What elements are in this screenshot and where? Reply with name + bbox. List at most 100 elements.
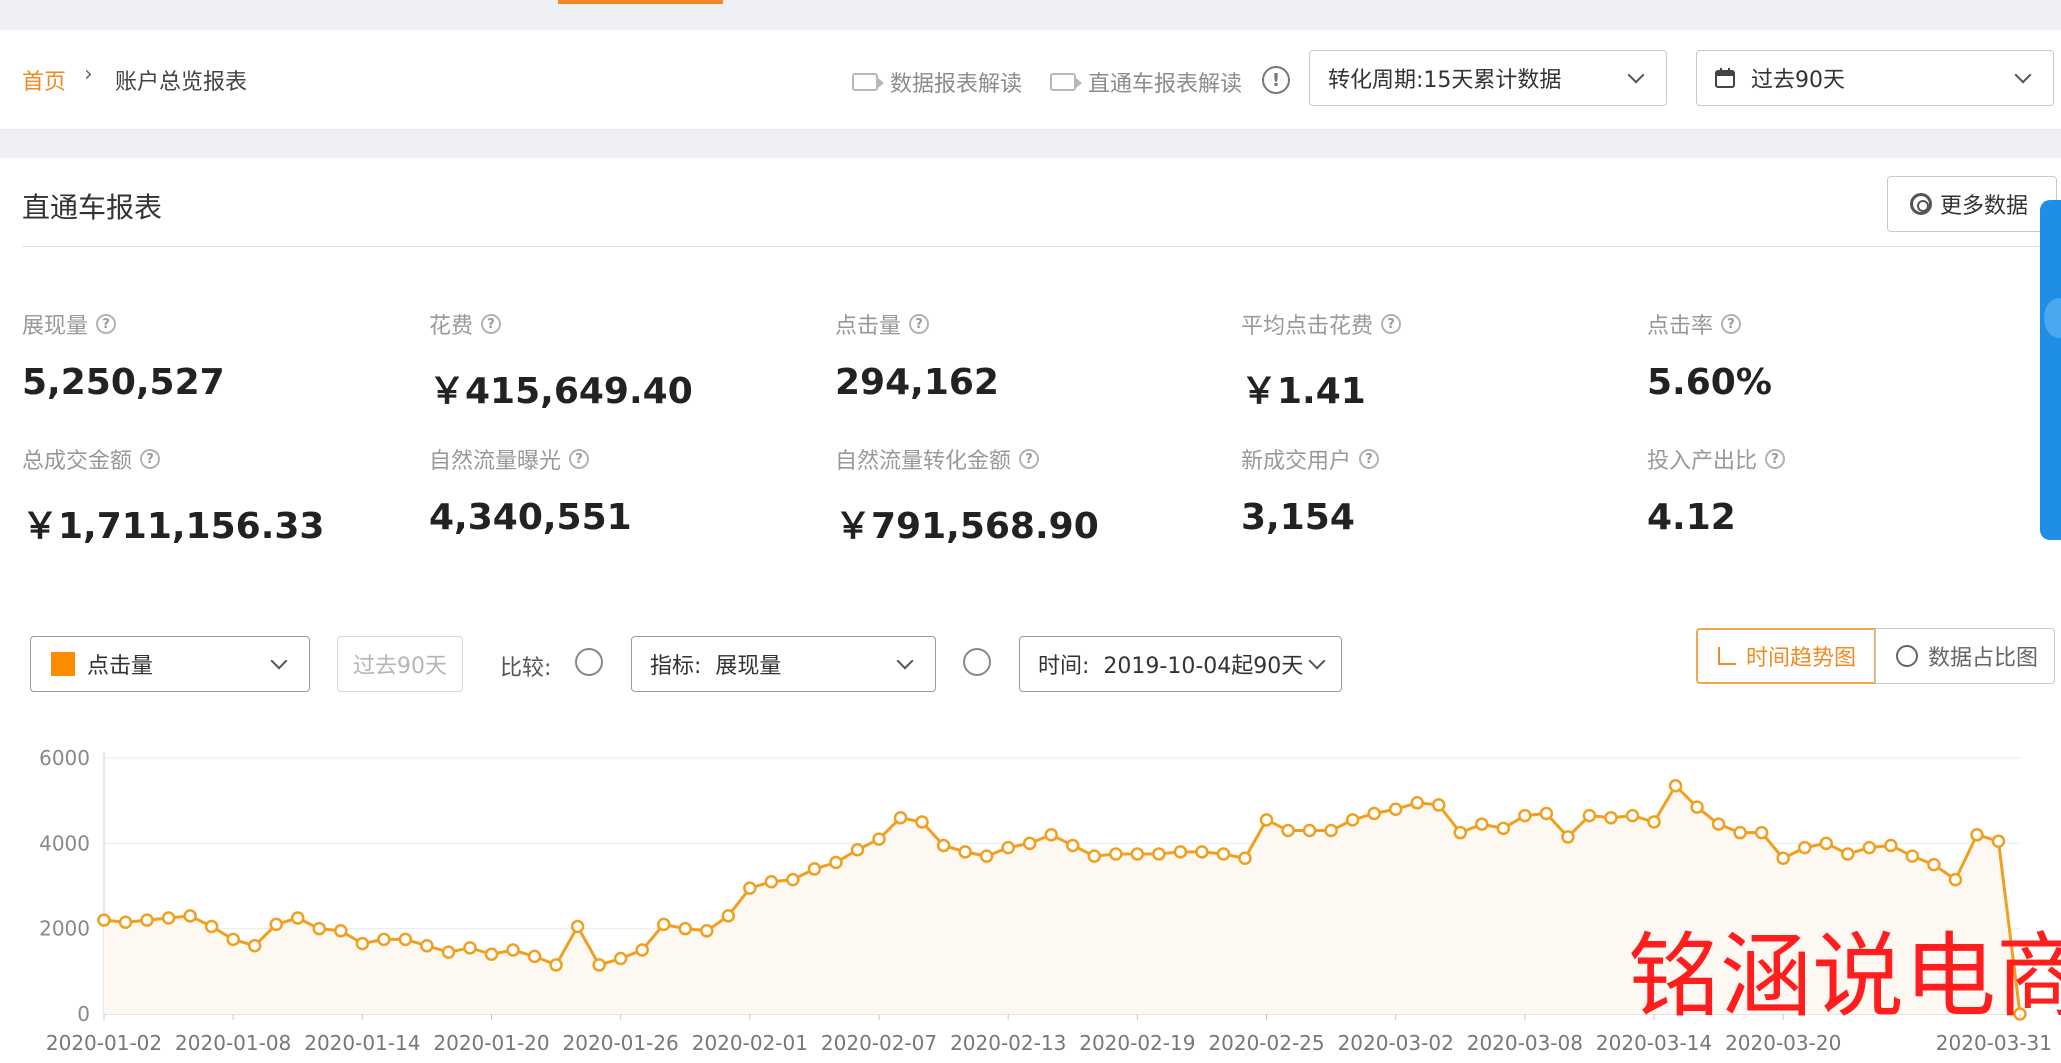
floating-side-panel[interactable] bbox=[2040, 200, 2061, 540]
data-point bbox=[850, 842, 865, 857]
metric-organic-conversion: 自然流量转化金额? ￥791,568.90 bbox=[835, 443, 1099, 549]
x-tick-label: 2020-01-14 bbox=[304, 1031, 420, 1055]
data-point bbox=[1518, 808, 1532, 823]
metric-label: 展现量 bbox=[22, 314, 89, 339]
date-range-select[interactable]: 过去90天 bbox=[1696, 50, 2054, 106]
time-value: 2019-10-04起90天 bbox=[1103, 654, 1304, 679]
help-icon[interactable]: ? bbox=[1019, 449, 1040, 469]
y-tick-label: 4000 bbox=[39, 831, 90, 855]
data-point bbox=[570, 919, 585, 934]
x-tick-label: 2020-02-25 bbox=[1208, 1031, 1324, 1055]
time-label: 时间: bbox=[1038, 654, 1090, 679]
breadcrumb-home[interactable]: 首页 bbox=[22, 64, 66, 96]
metric-new-buyers: 新成交用户? 3,154 bbox=[1241, 443, 1380, 538]
data-point bbox=[1797, 840, 1812, 855]
more-data-button[interactable]: 更多数据 bbox=[1887, 176, 2057, 232]
data-point bbox=[1711, 817, 1726, 831]
x-tick-label: 2020-01-26 bbox=[563, 1031, 679, 1055]
chart-metric-select[interactable]: 点击量 bbox=[30, 636, 310, 692]
tab-time-trend[interactable]: 时间趋势图 bbox=[1696, 628, 1876, 684]
metric-value: ￥1.41 bbox=[1241, 371, 1366, 412]
help-icon[interactable]: ? bbox=[481, 314, 502, 334]
data-point bbox=[1281, 823, 1295, 838]
data-point bbox=[1841, 847, 1855, 861]
period-placeholder: 过去90天 bbox=[353, 654, 447, 679]
data-point bbox=[1690, 800, 1704, 814]
help-icon[interactable]: ? bbox=[1381, 314, 1402, 334]
data-point bbox=[958, 845, 972, 859]
help-icon[interactable]: ? bbox=[140, 449, 161, 469]
time-select[interactable]: 时间: 2019-10-04起90天 bbox=[1019, 636, 1342, 692]
metric-value: 4,340,551 bbox=[429, 497, 632, 538]
data-point bbox=[420, 938, 434, 953]
help-icon[interactable]: ? bbox=[1359, 449, 1380, 469]
data-point bbox=[764, 874, 779, 889]
metric-label: 投入产出比 bbox=[1647, 449, 1758, 474]
data-point bbox=[97, 913, 111, 927]
ztc-report-guide-link[interactable]: 直通车报表解读 bbox=[1050, 66, 1242, 98]
x-tick-label: 2020-03-08 bbox=[1467, 1031, 1583, 1055]
compare-label: 比较: bbox=[500, 656, 552, 681]
data-point bbox=[118, 915, 133, 930]
help-icon[interactable]: ? bbox=[1721, 314, 1742, 334]
info-icon[interactable]: ! bbox=[1262, 66, 1290, 94]
help-icon[interactable]: ? bbox=[909, 314, 930, 334]
data-point bbox=[1431, 798, 1446, 812]
conversion-period-select[interactable]: 转化周期:15天累计数据 bbox=[1309, 50, 1667, 106]
data-point bbox=[463, 941, 477, 955]
data-point bbox=[1733, 825, 1747, 840]
data-report-guide-link[interactable]: 数据报表解读 bbox=[852, 66, 1022, 98]
metric-label: 自然流量曝光 bbox=[429, 449, 562, 474]
data-point bbox=[1647, 815, 1661, 829]
period-input[interactable]: 过去90天 bbox=[337, 636, 463, 692]
data-point bbox=[140, 913, 154, 927]
data-point bbox=[1259, 813, 1274, 827]
help-icon[interactable]: ? bbox=[1765, 449, 1786, 469]
y-tick-label: 2000 bbox=[39, 917, 90, 941]
data-point bbox=[1087, 849, 1102, 863]
data-point bbox=[1173, 845, 1188, 859]
data-point bbox=[269, 917, 283, 932]
x-tick-label: 2020-02-01 bbox=[692, 1031, 808, 1055]
x-tick-label: 2020-02-19 bbox=[1079, 1031, 1195, 1055]
x-tick-label: 2020-02-13 bbox=[950, 1031, 1066, 1055]
y-tick-label: 0 bbox=[77, 1002, 90, 1026]
help-icon[interactable]: ? bbox=[96, 314, 117, 334]
data-point bbox=[1582, 808, 1597, 823]
more-data-label: 更多数据 bbox=[1940, 194, 2029, 219]
data-point bbox=[1625, 808, 1640, 823]
data-point bbox=[1819, 836, 1833, 851]
tab-data-share[interactable]: 数据占比图 bbox=[1875, 628, 2055, 684]
metric-ctr: 点击率? 5.60% bbox=[1647, 308, 1772, 403]
data-point bbox=[226, 932, 240, 947]
x-tick-label: 2020-03-02 bbox=[1338, 1031, 1454, 1055]
data-point bbox=[872, 832, 886, 846]
tab-time-trend-label: 时间趋势图 bbox=[1746, 646, 1857, 671]
calendar-icon bbox=[1715, 68, 1735, 88]
help-icon[interactable]: ? bbox=[569, 449, 590, 469]
data-point bbox=[183, 909, 197, 923]
indicator-select[interactable]: 指标: 展现量 bbox=[631, 636, 936, 692]
data-point bbox=[807, 862, 822, 876]
data-point bbox=[1970, 828, 1984, 842]
chevron-down-icon bbox=[270, 652, 288, 670]
breadcrumb-current: 账户总览报表 bbox=[115, 70, 248, 95]
metric-label: 新成交用户 bbox=[1241, 449, 1352, 474]
data-point bbox=[161, 911, 176, 925]
data-point bbox=[247, 938, 262, 953]
metric-value: 3,154 bbox=[1241, 497, 1355, 538]
data-point bbox=[1410, 796, 1424, 810]
data-point bbox=[1884, 838, 1898, 853]
data-point bbox=[1475, 817, 1489, 831]
data-point bbox=[1130, 847, 1145, 861]
data-point bbox=[1109, 847, 1123, 861]
line-chart-icon bbox=[1718, 647, 1736, 665]
compare-radio[interactable] bbox=[575, 648, 603, 676]
data-point bbox=[635, 943, 649, 957]
data-point bbox=[1862, 840, 1877, 855]
time-compare-radio[interactable] bbox=[963, 648, 991, 676]
data-point bbox=[334, 924, 348, 938]
data-point bbox=[1604, 810, 1618, 825]
data-point bbox=[915, 815, 929, 829]
data-point bbox=[1948, 872, 1963, 887]
